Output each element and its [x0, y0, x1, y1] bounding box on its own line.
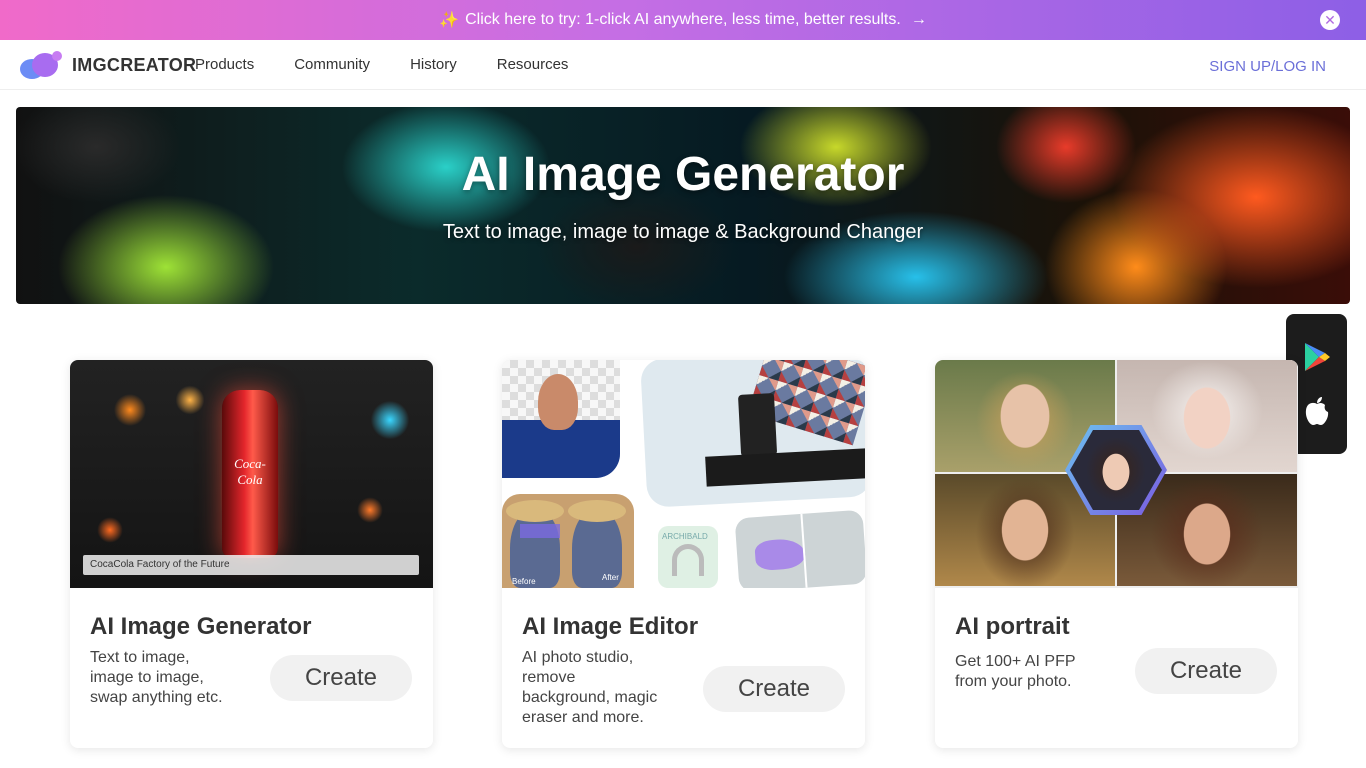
card-ai-image-editor[interactable]: Before After ARCHIBALD AI Image Editor A… — [502, 360, 865, 748]
desc-line: AI photo studio, — [522, 649, 634, 666]
bg-remove-sample — [502, 360, 620, 478]
card-ai-portrait[interactable]: AI portrait Get 100+ AI PFP from your ph… — [935, 360, 1298, 748]
promo-text[interactable]: Click here to try: 1-click AI anywhere, … — [465, 11, 901, 29]
nav-community[interactable]: Community — [294, 56, 370, 73]
desc-line: Text to image, — [90, 649, 190, 666]
product-photo-sample — [640, 360, 865, 508]
sparkle-icon: ✨ — [439, 12, 460, 29]
arrow-right-icon: → — [910, 11, 927, 28]
logo-text: IMGCREATOR — [72, 54, 197, 75]
top-nav: IMGCREATOR Products Community History Re… — [0, 40, 1366, 90]
desc-line: image to image, — [90, 669, 204, 686]
before-label: Before — [512, 577, 536, 586]
card-description: Get 100+ AI PFP from your photo. — [955, 652, 1076, 692]
nav-resources[interactable]: Resources — [497, 56, 569, 73]
card-title: AI Image Editor — [522, 613, 699, 640]
apple-icon[interactable] — [1302, 396, 1332, 426]
image-caption: CocaCola Factory of the Future — [83, 555, 419, 575]
before-after-sample: Before After — [502, 494, 634, 588]
after-label: After — [602, 573, 619, 582]
card-description: Text to image, image to image, swap anyt… — [90, 648, 223, 708]
close-icon[interactable]: ✕ — [1320, 10, 1340, 30]
card-description: AI photo studio, remove background, magi… — [522, 648, 657, 728]
hero-banner: AI Image Generator Text to image, image … — [16, 107, 1350, 304]
bottle-logo-text: Coca-Cola — [234, 456, 266, 487]
create-button[interactable]: Create — [1135, 648, 1277, 694]
desc-line: background, magic — [522, 689, 658, 706]
card-title: AI Image Generator — [90, 613, 312, 640]
create-button[interactable]: Create — [270, 655, 412, 701]
headphones-sample: ARCHIBALD — [658, 526, 718, 588]
desc-line: remove — [522, 669, 576, 686]
nav-products[interactable]: Products — [195, 56, 254, 73]
hero-title: AI Image Generator — [461, 148, 905, 201]
nav-history[interactable]: History — [410, 56, 457, 73]
card-image: Coca-Cola CocaCola Factory of the Future — [70, 360, 433, 588]
desc-line: eraser and more. — [522, 709, 644, 726]
desc-line: Get 100+ AI PFP — [955, 653, 1076, 670]
logo-icon — [20, 51, 66, 79]
google-play-icon[interactable] — [1302, 342, 1332, 372]
promo-banner[interactable]: ✨ Click here to try: 1-click AI anywhere… — [0, 0, 1366, 40]
card-image: Before After ARCHIBALD — [502, 360, 865, 588]
nav-links: Products Community History Resources — [195, 56, 568, 73]
product-label: ARCHIBALD — [662, 532, 708, 541]
desc-line: from your photo. — [955, 673, 1072, 690]
desc-line: swap anything etc. — [90, 689, 223, 706]
create-button[interactable]: Create — [703, 666, 845, 712]
bottle-illustration: Coca-Cola — [222, 390, 278, 558]
card-title: AI portrait — [955, 613, 1070, 640]
hero-subtitle: Text to image, image to image & Backgrou… — [442, 221, 924, 243]
eraser-sample — [734, 509, 865, 588]
card-image — [935, 360, 1298, 588]
site-logo[interactable]: IMGCREATOR — [20, 51, 196, 79]
card-ai-image-generator[interactable]: Coca-Cola CocaCola Factory of the Future… — [70, 360, 433, 748]
signup-login-link[interactable]: SIGN UP/LOG IN — [1209, 58, 1326, 75]
